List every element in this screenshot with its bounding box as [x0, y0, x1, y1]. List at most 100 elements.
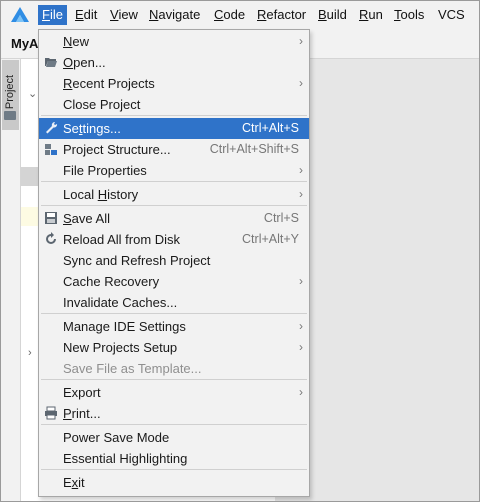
label-part: Invalidate Caches...	[63, 295, 178, 310]
label-part: Close Pro	[63, 97, 121, 112]
menu-item-manage-ide-settings[interactable]: Manage IDE Settings ›	[39, 316, 309, 337]
label-part: ject	[120, 97, 141, 112]
menu-item-cache-recovery[interactable]: Cache Recovery ›	[39, 271, 309, 292]
menu-code[interactable]: Code	[210, 5, 249, 25]
shortcut-label: Ctrl+Alt+Shift+S	[209, 142, 299, 156]
menu-item-label: Save File as Template...	[63, 358, 202, 379]
label-part: File Properties	[63, 163, 147, 178]
menu-item-label: Local History	[63, 184, 138, 205]
label-part: Manage IDE Settings	[63, 319, 186, 334]
submenu-arrow-icon: ›	[299, 340, 303, 354]
menu-refactor[interactable]: Refactor	[253, 5, 310, 25]
folder-open-icon	[45, 58, 57, 67]
menu-item-label: Manage IDE Settings	[63, 316, 186, 337]
menu-item-label: File Properties	[63, 160, 147, 181]
menu-item-power-save-mode[interactable]: Power Save Mode	[39, 427, 309, 448]
mnemonic: H	[97, 187, 108, 202]
menu-vcs-label: VCS	[438, 7, 465, 22]
menu-item-save-all[interactable]: Save All Ctrl+S	[39, 208, 309, 229]
mnemonic: O	[63, 55, 74, 70]
menu-item-label: New Projects Setup	[63, 337, 177, 358]
menu-view[interactable]: View	[106, 5, 142, 25]
menu-separator	[41, 469, 307, 470]
menu-run-label: un	[368, 7, 383, 22]
mnemonic: S	[63, 211, 72, 226]
label-part: istory	[107, 187, 139, 202]
deveco-logo-icon[interactable]	[10, 6, 30, 24]
project-panel	[21, 59, 39, 501]
menu-refactor-mnemonic: R	[257, 7, 267, 22]
menu-item-settings[interactable]: Settings... Ctrl+Alt+S	[39, 118, 309, 139]
menu-separator	[41, 379, 307, 380]
current-line-highlight	[21, 207, 39, 226]
shortcut-label: Ctrl+Alt+Y	[242, 232, 299, 246]
menu-edit[interactable]: Edit	[71, 5, 101, 25]
menu-item-exit[interactable]: Exit	[39, 472, 309, 493]
menu-item-label: Recent Projects	[63, 73, 155, 94]
label-part: Se	[63, 121, 79, 136]
submenu-arrow-icon: ›	[299, 319, 303, 333]
menu-view-label: iew	[118, 7, 138, 22]
folder-icon	[4, 111, 16, 120]
selected-tree-row[interactable]	[21, 167, 39, 186]
wrench-icon	[46, 121, 58, 134]
menu-code-label: ode	[223, 7, 246, 22]
menu-item-label: Invalidate Caches...	[63, 292, 177, 313]
file-menu-dropdown: New › Open... Recent Projects › Close Project…	[38, 29, 310, 497]
menu-item-label: Print...	[63, 403, 101, 424]
menu-navigate-label: avigate	[158, 7, 201, 22]
menu-item-new[interactable]: New ›	[39, 31, 309, 52]
label-part: tings...	[82, 121, 121, 136]
menu-item-close-project[interactable]: Close Project	[39, 94, 309, 115]
menu-item-project-structure[interactable]: Project Structure... Ctrl+Alt+Shift+S	[39, 139, 309, 160]
menu-separator	[41, 181, 307, 182]
menu-item-label: Reload All from Disk	[63, 229, 180, 250]
menu-item-open[interactable]: Open...	[39, 52, 309, 73]
menu-tools[interactable]: Tools	[390, 5, 428, 25]
chevron-right-icon[interactable]: ›	[28, 347, 32, 359]
menu-separator	[41, 424, 307, 425]
menu-item-reload-all[interactable]: Reload All from Disk Ctrl+Alt+Y	[39, 229, 309, 250]
menu-build-label: uild	[326, 7, 347, 22]
menu-build[interactable]: Build	[314, 5, 351, 25]
label-part: New Projects Setup	[63, 340, 178, 355]
label-part: pen...	[73, 55, 106, 70]
menu-item-essential-highlighting[interactable]: Essential Highlighting	[39, 448, 309, 469]
label-part: Project Structure...	[63, 142, 171, 157]
menu-file-label: ile	[49, 7, 63, 22]
menu-run[interactable]: Run	[355, 5, 387, 25]
menu-file-mnemonic: F	[42, 7, 50, 22]
menu-item-new-projects-setup[interactable]: New Projects Setup ›	[39, 337, 309, 358]
menu-item-print[interactable]: Print...	[39, 403, 309, 424]
label-part: E	[63, 475, 72, 490]
label-part: ecent Projects	[72, 76, 155, 91]
label-part: Power Save Mode	[63, 430, 170, 445]
menu-item-label: New	[63, 31, 89, 52]
menu-file[interactable]: File	[38, 5, 67, 25]
submenu-arrow-icon: ›	[299, 274, 303, 288]
mnemonic: R	[63, 76, 73, 91]
menu-item-export[interactable]: Export ›	[39, 382, 309, 403]
shortcut-label: Ctrl+S	[263, 211, 299, 225]
menu-vcs[interactable]: VCS	[434, 5, 469, 25]
menu-item-recent-projects[interactable]: Recent Projects ›	[39, 73, 309, 94]
label-part: Export	[63, 385, 101, 400]
menu-item-file-properties[interactable]: File Properties ›	[39, 160, 309, 181]
label-part: Cache Recovery	[63, 274, 160, 289]
menu-item-invalidate-caches[interactable]: Invalidate Caches...	[39, 292, 309, 313]
menu-item-label: Settings...	[63, 118, 121, 139]
menu-item-label: Cache Recovery	[63, 271, 159, 292]
chevron-down-icon[interactable]: ⌄	[28, 87, 37, 100]
menu-code-mnemonic: C	[214, 7, 224, 22]
submenu-arrow-icon: ›	[299, 76, 303, 90]
project-name[interactable]: MyA	[11, 36, 38, 51]
menu-item-sync-refresh[interactable]: Sync and Refresh Project	[39, 250, 309, 271]
menu-item-local-history[interactable]: Local History ›	[39, 184, 309, 205]
menu-separator	[41, 313, 307, 314]
menu-item-label: Project Structure...	[63, 139, 171, 160]
menu-navigate[interactable]: Navigate	[145, 5, 204, 25]
save-icon	[45, 212, 57, 224]
menu-item-label: Close Project	[63, 94, 140, 115]
label-part: rint...	[71, 406, 101, 421]
menu-item-label: Sync and Refresh Project	[63, 250, 210, 271]
